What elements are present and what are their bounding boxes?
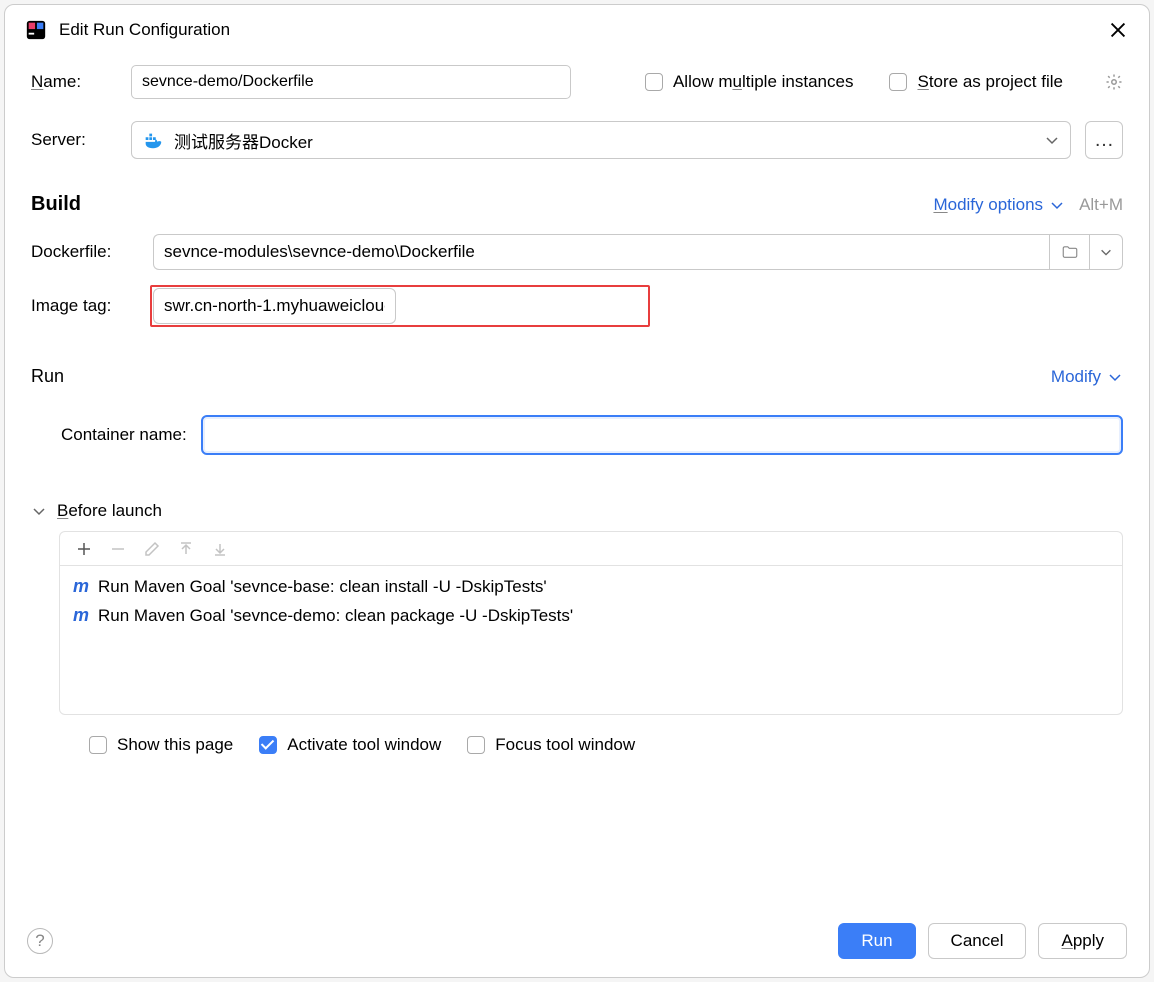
modify-shortcut: Alt+M [1079, 195, 1123, 215]
container-name-row: Container name: [31, 415, 1123, 455]
dialog-footer: ? Run Cancel Apply [5, 905, 1149, 977]
chevron-down-icon [1044, 132, 1060, 148]
list-item-label: Run Maven Goal 'sevnce-base: clean insta… [98, 577, 547, 597]
dockerfile-input[interactable] [153, 234, 1049, 270]
focus-tool-checkbox[interactable]: Focus tool window [467, 735, 635, 755]
browse-folder-button[interactable] [1049, 234, 1089, 270]
cancel-button[interactable]: Cancel [928, 923, 1027, 959]
chevron-down-icon [1049, 197, 1065, 213]
docker-icon [142, 129, 164, 151]
before-launch-header[interactable]: Before launch [31, 501, 1123, 521]
container-name-label: Container name: [61, 425, 187, 445]
chevron-down-icon [1107, 369, 1123, 385]
modify-options-link[interactable]: Modify options [933, 195, 1065, 215]
modify-link[interactable]: Modify [1051, 367, 1123, 387]
move-up-icon[interactable] [178, 541, 194, 557]
build-title: Build [31, 193, 81, 216]
intellij-icon [25, 19, 47, 41]
maven-icon: m [72, 605, 90, 626]
run-section-header: Run Modify [31, 366, 1123, 387]
run-title: Run [31, 366, 64, 387]
apply-button[interactable]: Apply [1038, 923, 1127, 959]
server-select[interactable]: 测试服务器Docker [131, 121, 1071, 159]
maven-icon: m [72, 576, 90, 597]
titlebar: Edit Run Configuration [5, 5, 1149, 51]
help-icon[interactable]: ? [27, 928, 53, 954]
add-icon[interactable] [76, 541, 92, 557]
before-launch-toolbar [59, 531, 1123, 565]
before-launch-list: m Run Maven Goal 'sevnce-base: clean ins… [59, 565, 1123, 715]
list-item[interactable]: m Run Maven Goal 'sevnce-base: clean ins… [72, 572, 1110, 601]
run-button[interactable]: Run [838, 923, 915, 959]
dockerfile-dropdown-button[interactable] [1089, 234, 1123, 270]
edit-run-config-dialog: Edit Run Configuration Name: Allow multi… [4, 4, 1150, 978]
list-item-label: Run Maven Goal 'sevnce-demo: clean packa… [98, 606, 573, 626]
move-down-icon[interactable] [212, 541, 228, 557]
server-row: Server: 测试服务器Docker … [31, 121, 1123, 159]
container-name-input[interactable] [201, 415, 1123, 455]
server-value: 测试服务器Docker [174, 128, 1034, 153]
image-tag-input[interactable] [153, 288, 396, 324]
list-item[interactable]: m Run Maven Goal 'sevnce-demo: clean pac… [72, 601, 1110, 630]
before-launch-section: Before launch [31, 501, 1123, 755]
dialog-title: Edit Run Configuration [59, 20, 230, 40]
server-label: Server: [31, 130, 117, 150]
bottom-checks: Show this page Activate tool window Focu… [89, 735, 1123, 755]
dialog-content: Name: Allow multiple instances Store as … [5, 51, 1149, 905]
name-input[interactable] [131, 65, 571, 99]
gear-icon[interactable] [1105, 73, 1123, 91]
dockerfile-row: Dockerfile: [31, 234, 1123, 270]
server-more-button[interactable]: … [1085, 121, 1123, 159]
image-tag-label: Image tag: [31, 296, 139, 316]
chevron-down-icon [31, 503, 47, 519]
remove-icon[interactable] [110, 541, 126, 557]
edit-icon[interactable] [144, 541, 160, 557]
show-this-page-checkbox[interactable]: Show this page [89, 735, 233, 755]
dockerfile-label: Dockerfile: [31, 242, 139, 262]
image-tag-row: Image tag: [31, 288, 1123, 324]
name-row: Name: Allow multiple instances Store as … [31, 65, 1123, 99]
allow-multiple-checkbox[interactable]: Allow multiple instances [645, 72, 854, 92]
activate-tool-checkbox[interactable]: Activate tool window [259, 735, 441, 755]
build-section-header: Build Modify options Alt+M [31, 193, 1123, 216]
name-label: Name: [31, 72, 117, 92]
close-icon[interactable] [1107, 19, 1129, 41]
store-project-checkbox[interactable]: Store as project file [889, 72, 1063, 92]
